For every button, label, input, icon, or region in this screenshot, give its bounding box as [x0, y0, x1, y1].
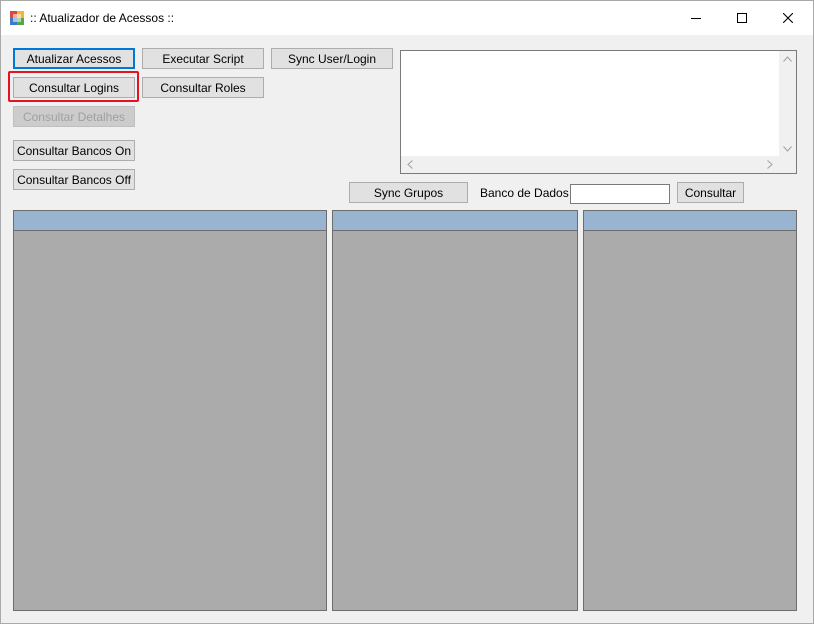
output-textbox[interactable]	[400, 50, 797, 174]
scroll-up-icon[interactable]	[783, 55, 792, 65]
scroll-right-icon[interactable]	[767, 160, 773, 172]
horizontal-scrollbar[interactable]	[401, 156, 779, 173]
main-window: :: Atualizador de Acessos :: Atualizar A…	[0, 0, 814, 624]
atualizar-acessos-button[interactable]: Atualizar Acessos	[13, 48, 135, 69]
close-icon	[783, 13, 793, 23]
app-window-icon	[10, 11, 24, 25]
scroll-down-icon[interactable]	[783, 145, 792, 155]
banco-de-dados-label: Banco de Dados	[480, 186, 569, 200]
banco-de-dados-input[interactable]	[570, 184, 670, 204]
executar-script-button[interactable]: Executar Script	[142, 48, 264, 69]
data-grid-3[interactable]	[583, 210, 797, 611]
consultar-detalhes-button[interactable]: Consultar Detalhes	[13, 106, 135, 127]
consultar-roles-button[interactable]: Consultar Roles	[142, 77, 264, 98]
grid-2-header	[333, 211, 577, 231]
consultar-bancos-on-button[interactable]: Consultar Bancos On	[13, 140, 135, 161]
window-title: :: Atualizador de Acessos ::	[30, 11, 175, 25]
data-grid-1[interactable]	[13, 210, 327, 611]
minimize-button[interactable]	[673, 1, 719, 35]
highlight-box	[8, 71, 139, 102]
sync-grupos-button[interactable]: Sync Grupos	[349, 182, 468, 203]
scroll-left-icon[interactable]	[407, 160, 413, 172]
consultar-bancos-off-button[interactable]: Consultar Bancos Off	[13, 169, 135, 190]
title-bar: :: Atualizador de Acessos ::	[1, 1, 813, 35]
consultar-button[interactable]: Consultar	[677, 182, 744, 203]
data-grid-2[interactable]	[332, 210, 578, 611]
close-button[interactable]	[765, 1, 811, 35]
maximize-icon	[737, 13, 747, 23]
grid-1-header	[14, 211, 326, 231]
vertical-scrollbar[interactable]	[779, 51, 796, 157]
maximize-button[interactable]	[719, 1, 765, 35]
sync-user-login-button[interactable]: Sync User/Login	[271, 48, 393, 69]
scrollbar-corner	[779, 156, 796, 173]
minimize-icon	[691, 18, 701, 19]
grid-3-header	[584, 211, 796, 231]
